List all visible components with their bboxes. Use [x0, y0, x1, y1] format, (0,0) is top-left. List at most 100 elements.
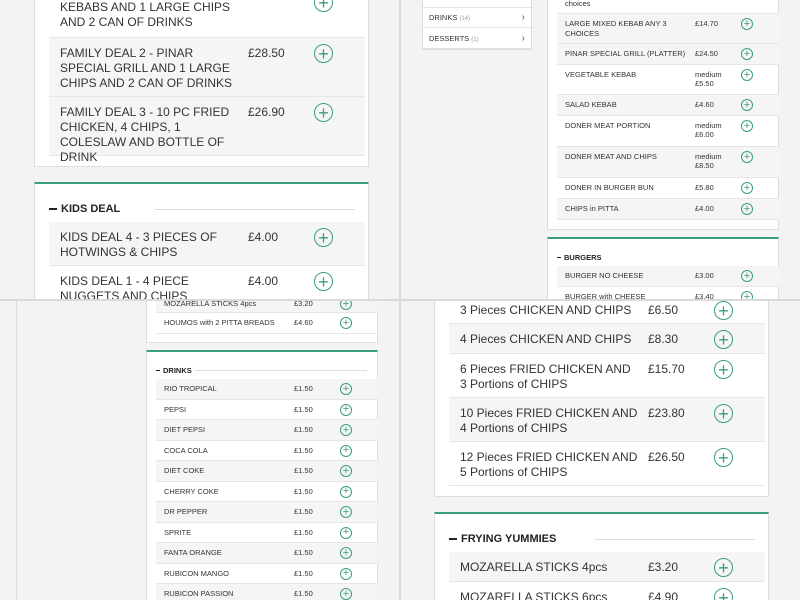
- menu-item: MOZARELLA STICKS 4pcs £3.20: [449, 552, 765, 582]
- menu-item-price: £1.50: [294, 384, 313, 393]
- menu-item: KEBABS AND 1 LARGE CHIPS AND 2 CAN of DR…: [49, 0, 365, 38]
- menu-item-price: £1.50: [294, 425, 313, 434]
- menu-item: KIDS DEAL 4 - 3 PIECES of HOTWINGS & CHI…: [49, 222, 365, 266]
- chevron-right-icon: ›: [521, 32, 525, 44]
- menu-item-name: RUBICON MANGO: [164, 568, 230, 578]
- add-to-cart-icon[interactable]: [314, 103, 333, 122]
- add-to-cart-icon[interactable]: [741, 48, 753, 60]
- menu-item-name: KEBABS AND 1 LARGE CHIPS AND 2 CAN of DR…: [60, 0, 231, 29]
- add-to-cart-icon[interactable]: [340, 424, 352, 436]
- add-to-cart-icon[interactable]: [741, 18, 753, 30]
- section-header[interactable]: KIDS DEAL: [49, 203, 120, 215]
- menu-item-name: 4 Pieces CHICKEN AND CHIPS: [460, 332, 632, 346]
- add-to-cart-icon[interactable]: [714, 448, 733, 467]
- menu-item-name: SPRITE: [164, 527, 192, 537]
- menu-item-name: DONER MEAT AND CHIPS: [565, 152, 657, 161]
- menu-item-price: £15.70: [648, 362, 685, 376]
- section-header[interactable]: DRINKS: [156, 366, 192, 375]
- quadrant-top-left: KEBABS AND 1 LARGE CHIPS AND 2 CAN of DR…: [0, 0, 400, 300]
- add-to-cart-icon[interactable]: [741, 120, 753, 132]
- menu-item: DR PEPPER £1.50: [156, 502, 378, 523]
- menu-item: DONER MEAT PORTION medium £6.00: [557, 116, 779, 147]
- add-to-cart-icon[interactable]: [741, 99, 753, 111]
- add-to-cart-icon[interactable]: [714, 301, 733, 320]
- menu-item: SPRITE £1.50: [156, 523, 378, 543]
- menu-item-name: KIDS DEAL 4 - 3 PIECES of HOTWINGS & CHI…: [60, 230, 217, 259]
- add-to-cart-icon[interactable]: [340, 588, 352, 600]
- menu-item: RUBICON MANGO £1.50: [156, 564, 378, 584]
- add-to-cart-icon[interactable]: [314, 44, 333, 63]
- menu-item-price: £3.20: [294, 300, 313, 308]
- menu-item: VEGETABLE KEBAB medium £5.50: [557, 65, 779, 95]
- sides-card: MOZARELLA STICKS 4pcs £3.20 HOUMOS with …: [146, 300, 378, 343]
- add-to-cart-icon[interactable]: [714, 404, 733, 423]
- menu-item: CHIPS in PITTA £4.00: [557, 199, 779, 220]
- menu-item-name: PEPSI: [164, 404, 187, 414]
- menu-item: 3 Pieces CHICKEN AND CHIPS £6.50: [449, 300, 765, 324]
- menu-item: choices: [557, 0, 779, 14]
- menu-item: DONER MEAT AND CHIPS medium £8.50: [557, 147, 779, 178]
- section-header[interactable]: BURGERS: [557, 253, 602, 262]
- menu-item-name: RUBICON PASSION: [164, 589, 234, 598]
- add-to-cart-icon[interactable]: [314, 272, 333, 291]
- add-to-cart-icon[interactable]: [340, 403, 352, 416]
- menu-item-price: £26.90: [248, 105, 285, 119]
- menu-item-name: RIO TROPICAL: [164, 384, 217, 393]
- quadrant-top-right: DRINKS (14) › DESSERTS (1) › choices LARGE…: [400, 0, 800, 300]
- add-to-cart-icon[interactable]: [340, 383, 352, 395]
- add-to-cart-icon[interactable]: [340, 465, 352, 477]
- section-divider: [155, 209, 355, 210]
- column-border: [16, 300, 17, 600]
- kids-deal-card: KIDS DEAL KIDS DEAL 4 - 3 PIECES of HOTW…: [34, 182, 369, 300]
- add-to-cart-icon[interactable]: [340, 485, 352, 498]
- add-to-cart-icon[interactable]: [340, 300, 352, 310]
- collapse-icon: [49, 208, 57, 210]
- menu-item: FAMILY DEAL 3 - 10 PC FRIED CHICKEN, 4 C…: [49, 97, 365, 164]
- add-to-cart-icon[interactable]: [314, 228, 333, 247]
- menu-item-name: VEGETABLE KEBAB: [565, 70, 637, 79]
- sidebar-item-drinks[interactable]: DRINKS (14) ›: [423, 7, 531, 28]
- menu-item-name: HOUMOS with 2 PITTA BREADS: [164, 318, 275, 327]
- sidebar-item-desserts[interactable]: DESSERTS (1) ›: [423, 28, 531, 49]
- menu-item-price: £4.00: [695, 204, 714, 213]
- add-to-cart-icon[interactable]: [340, 547, 352, 559]
- menu-item-name: 12 Pieces FRIED CHICKEN AND 5 Portions o…: [460, 450, 638, 479]
- add-to-cart-icon[interactable]: [314, 0, 333, 12]
- menu-item: LARGE MIXED KEBAB ANY 3 choices £14.70: [557, 14, 779, 44]
- menu-item-price: £1.50: [294, 466, 313, 475]
- add-to-cart-icon[interactable]: [741, 270, 753, 282]
- menu-item: SALAD KEBAB £4.60: [557, 95, 779, 116]
- section-header[interactable]: FRYING YUMMIES: [449, 533, 556, 545]
- menu-item-price: £3.20: [648, 560, 679, 574]
- menu-item: COCA COLA £1.50: [156, 441, 378, 461]
- add-to-cart-icon[interactable]: [340, 444, 352, 457]
- menu-item: MOZARELLA STICKS 6pcs £4.90: [449, 582, 765, 600]
- menu-item-name: 10 Pieces FRIED CHICKEN AND 4 Portions o…: [460, 406, 638, 435]
- add-to-cart-icon[interactable]: [714, 360, 733, 379]
- menu-item-price: £1.50: [294, 404, 313, 414]
- add-to-cart-icon[interactable]: [741, 203, 753, 215]
- menu-item-name: 3 Pieces CHICKEN AND CHIPS: [460, 303, 632, 317]
- category-sidebar: DRINKS (14) › DESSERTS (1) ›: [422, 0, 532, 50]
- add-to-cart-icon[interactable]: [340, 526, 352, 539]
- menu-item: HOUMOS with 2 PITTA BREADS £4.60: [156, 313, 378, 334]
- add-to-cart-icon[interactable]: [741, 182, 753, 194]
- add-to-cart-icon[interactable]: [340, 567, 352, 580]
- menu-item-name: MOZARELLA STICKS 6pcs: [460, 590, 608, 600]
- add-to-cart-icon[interactable]: [714, 558, 733, 577]
- add-to-cart-icon[interactable]: [741, 69, 753, 81]
- add-to-cart-icon[interactable]: [741, 151, 753, 163]
- add-to-cart-icon[interactable]: [340, 317, 352, 329]
- add-to-cart-icon[interactable]: [714, 588, 733, 600]
- menu-item: 6 Pieces FRIED CHICKEN AND 3 Portions of…: [449, 354, 765, 398]
- menu-item-name: MOZARELLA STICKS 4pcs: [164, 300, 257, 308]
- add-to-cart-icon[interactable]: [340, 506, 352, 518]
- menu-item-name: CHIPS in PITTA: [565, 204, 619, 213]
- add-to-cart-icon[interactable]: [714, 330, 733, 349]
- menu-item: FAMILY DEAL 2 - PINAR SPECIAL GRILL AND …: [49, 38, 365, 97]
- sidebar-item-count: (1): [471, 36, 479, 43]
- menu-item-price: £14.70: [695, 19, 718, 28]
- menu-item-price: £1.50: [294, 445, 313, 455]
- sidebar-item-label: DRINKS: [429, 13, 458, 22]
- menu-item-price: medium £8.50: [695, 152, 722, 170]
